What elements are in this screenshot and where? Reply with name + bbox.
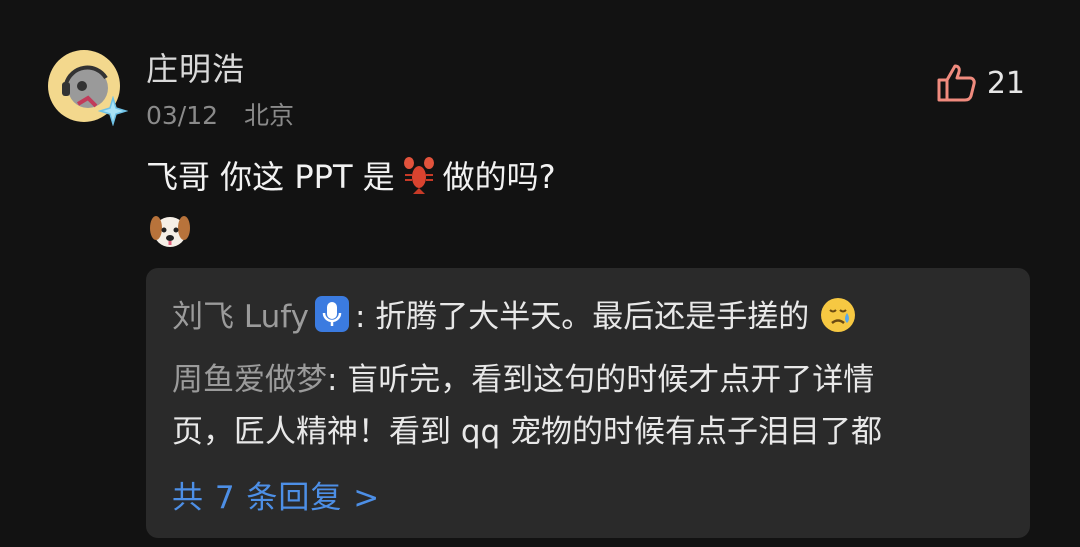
reply-text: : 折腾了大半天。最后还是手搓的 (354, 299, 810, 335)
crying-face-emoji (821, 298, 856, 332)
microphone-icon (314, 296, 349, 332)
reply-text-line2: 页，匠人精神！看到 qq 宠物的时候有点子泪目了都 (172, 414, 883, 450)
thumbs-up-icon (937, 64, 976, 102)
sparkle-badge-icon (98, 96, 128, 126)
reply-author-name[interactable]: 刘飞 Lufy (172, 299, 309, 335)
like-count: 21 (986, 65, 1025, 101)
comment-text: 飞哥 你这 PPT 是 做的吗? (146, 152, 556, 198)
comment-location: 北京 (244, 101, 295, 130)
comment-text-part1: 飞哥 你这 PPT 是 (146, 158, 395, 196)
username[interactable]: 庄明浩 (146, 44, 245, 90)
reply-item: 周鱼爱做梦: 盲听完，看到这句的时候才点开了详情 (172, 360, 874, 400)
reply-author-name[interactable]: 周鱼爱做梦 (172, 362, 327, 398)
reply-item: 刘飞 Lufy : 折腾了大半天。最后还是手搓的 (172, 296, 857, 337)
like-button[interactable]: 21 (935, 62, 1025, 104)
comment-text-part2: 做的吗? (442, 158, 556, 196)
comment-date: 03/12 (146, 101, 219, 130)
comment-meta: 03/12 北京 (146, 96, 294, 132)
reply-preview-box[interactable]: 刘飞 Lufy : 折腾了大半天。最后还是手搓的 周鱼爱做梦: 盲听完，看到这句… (146, 268, 1030, 538)
lobster-emoji (403, 157, 434, 194)
avatar[interactable] (48, 50, 128, 126)
view-all-replies-link[interactable]: 共 7 条回复 > (172, 472, 380, 517)
dog-face-emoji (150, 216, 190, 247)
reply-text-line1: : 盲听完，看到这句的时候才点开了详情 (327, 362, 875, 398)
